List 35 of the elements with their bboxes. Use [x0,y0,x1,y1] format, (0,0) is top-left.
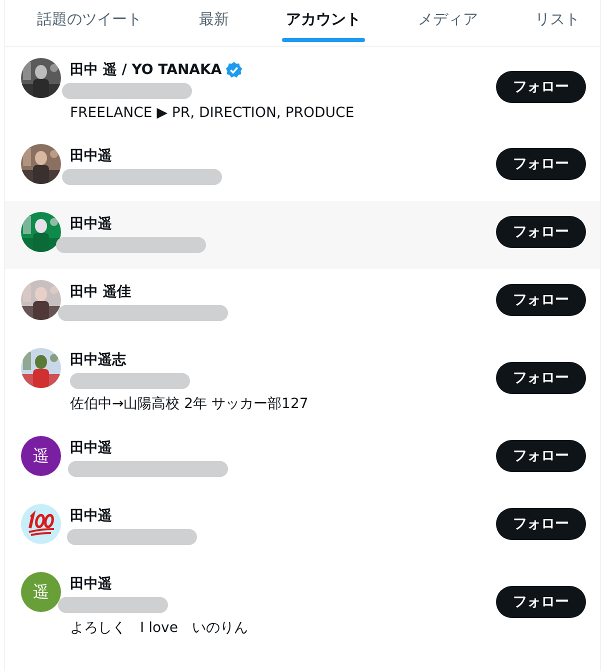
avatar-initial: 遥 [21,572,61,612]
user-bio: よろしく I love いのりん [70,619,249,637]
user-name[interactable]: 田中遥 [70,215,112,233]
user-name[interactable]: 田中遥 [70,147,112,165]
user-name[interactable]: 田中遥 [70,507,112,525]
user-bio: 佐伯中→山陽高校 2年 サッカー部127 [70,395,310,413]
tab[interactable]: メディア [414,0,482,42]
user-row[interactable]: 田中遥志 佐伯中→山陽高校 2年 サッカー部127 フォロー [5,337,600,425]
user-row[interactable]: 田中 遥 / YO TANAKA FREELANCE ▶ PR, DIRECTION, PRODUCE フォロー [5,47,600,133]
tab[interactable]: 最新 [195,0,233,42]
user-name[interactable]: 田中 遥佳 [70,283,131,301]
follow-button[interactable]: フォロー [496,586,586,618]
user-name[interactable]: 田中遥 [70,575,112,593]
user-row[interactable]: 遥 田中遥 よろしく I love いのりん フォロー [5,561,600,649]
tab[interactable]: 話題のツイート [33,0,146,42]
follow-button[interactable]: フォロー [496,216,586,248]
follow-button[interactable]: フォロー [496,508,586,540]
user-name[interactable]: 田中遥 [70,439,112,457]
follow-button[interactable]: フォロー [496,148,586,180]
avatar-initial: 遥 [21,436,61,476]
follow-button[interactable]: フォロー [496,70,586,102]
follow-button[interactable]: フォロー [496,362,586,394]
user-name[interactable]: 田中 遥 / YO TANAKA [70,61,222,79]
hundred-points-icon [21,504,61,544]
tab[interactable]: アカウント [282,0,365,42]
user-row[interactable]: 田中 遥佳 フォロー [5,269,600,337]
user-row[interactable]: 遥 田中遥 フォロー [5,425,600,493]
follow-button[interactable]: フォロー [496,440,586,472]
user-bio: FREELANCE ▶ PR, DIRECTION, PRODUCE [70,105,356,121]
user-row[interactable]: 田中遥 フォロー [5,201,600,269]
user-name[interactable]: 田中遥志 [70,351,126,369]
user-row[interactable]: 田中遥 フォロー [5,493,600,561]
user-row[interactable]: 田中遥 フォロー [5,133,600,201]
tab[interactable]: リスト [531,0,584,42]
follow-button[interactable]: フォロー [496,284,586,316]
